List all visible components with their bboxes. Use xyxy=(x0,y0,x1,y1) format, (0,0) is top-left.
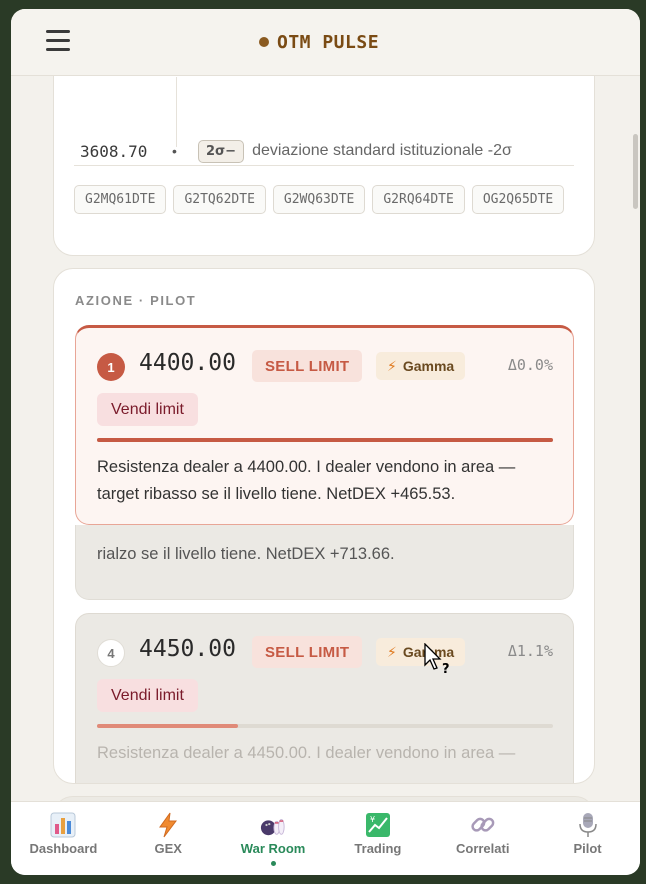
contract-chip[interactable]: G2WQ63DTE xyxy=(272,185,366,214)
svg-text:?: ? xyxy=(442,662,450,677)
signal-card-collapsed[interactable]: rialzo se il livello tiene. NetDEX +713.… xyxy=(75,525,574,600)
signal-card-active[interactable]: 1 4400.00 SELL LIMIT ⚡ Gamma Δ0.0% Vendi… xyxy=(75,325,574,525)
nav-gex[interactable]: GEX xyxy=(116,802,221,875)
levels-card: 3608.70 • 2σ− deviazione standard istitu… xyxy=(53,76,595,256)
top-bar: OTM PULSE xyxy=(11,9,640,76)
nav-label: GEX xyxy=(154,841,182,856)
lightning-icon xyxy=(155,812,181,838)
pilot-card: AZIONE · PILOT rialzo se il livello tien… xyxy=(53,268,595,784)
nav-correlati[interactable]: Correlati xyxy=(430,802,535,875)
nav-label: Pilot xyxy=(573,841,602,856)
app-title: OTM PULSE xyxy=(277,31,380,53)
signal-text: Resistenza dealer a 4450.00. I dealer ve… xyxy=(97,744,516,762)
divider xyxy=(74,165,574,166)
action-pill[interactable]: Vendi limit xyxy=(97,393,198,426)
nav-war-room[interactable]: War Room xyxy=(221,802,326,875)
microphone-icon xyxy=(575,812,601,838)
active-indicator xyxy=(270,861,276,866)
link-icon xyxy=(470,812,496,838)
contract-chip[interactable]: OG2Q65DTE xyxy=(471,185,565,214)
signal-delta: Δ0.0% xyxy=(507,356,553,374)
section-label: AZIONE · PILOT xyxy=(75,293,197,308)
svg-text:¥: ¥ xyxy=(370,815,375,824)
scrollbar[interactable] xyxy=(633,134,638,209)
gamma-tag: ⚡ Gamma xyxy=(376,352,466,380)
nav-dashboard[interactable]: Dashboard xyxy=(11,802,116,875)
nav-label: Dashboard xyxy=(29,841,98,856)
progress-fill xyxy=(97,438,553,442)
level-price: 3608.70 xyxy=(80,141,148,161)
hamburger-menu-icon[interactable] xyxy=(46,30,70,54)
signal-price: 4450.00 xyxy=(139,636,236,662)
brand: OTM PULSE xyxy=(259,29,379,55)
contract-chip[interactable]: G2RQ64DTE xyxy=(372,185,465,214)
signal-card[interactable]: 4 4450.00 SELL LIMIT ⚡ Gamma Δ1.1% Vendi… xyxy=(75,613,574,783)
signal-progress-bar xyxy=(97,724,553,728)
level-badge: 2σ− xyxy=(198,139,245,163)
nav-label: Correlati xyxy=(455,841,510,856)
brand-dot-icon xyxy=(259,37,269,47)
app-window: OTM PULSE 3608.70 • 2σ− deviazione stand… xyxy=(11,9,640,875)
lightning-icon: ⚡ xyxy=(387,357,397,374)
action-pill[interactable]: Vendi limit xyxy=(97,679,198,712)
bottom-nav: Dashboard GEX War Room ¥ Trading Correla… xyxy=(11,801,640,875)
nav-trading[interactable]: ¥ Trading xyxy=(325,802,430,875)
contract-chip[interactable]: G2TQ62DTE xyxy=(173,185,266,214)
order-type-badge: SELL LIMIT xyxy=(252,350,363,382)
main-scroll[interactable]: 3608.70 • 2σ− deviazione standard istitu… xyxy=(11,76,640,801)
order-type-badge: SELL LIMIT xyxy=(252,636,363,668)
chart-increasing-icon: ¥ xyxy=(365,812,391,838)
lightning-icon: ⚡ xyxy=(387,643,397,660)
bar-chart-icon xyxy=(50,812,76,838)
level-row: 3608.70 • 2σ− deviazione standard istitu… xyxy=(80,137,512,165)
progress-fill xyxy=(97,724,239,728)
signal-delta: Δ1.1% xyxy=(507,642,553,660)
nav-label: War Room xyxy=(240,841,306,856)
level-description: deviazione standard istituzionale -2σ xyxy=(252,142,512,159)
level-separator xyxy=(176,77,177,147)
signal-price: 4400.00 xyxy=(139,350,236,376)
contract-chips: G2MQ61DTE G2TQ62DTE G2WQ63DTE G2RQ64DTE … xyxy=(74,185,574,214)
gamma-tag-label: Gamma xyxy=(402,358,455,374)
nav-pilot[interactable]: Pilot xyxy=(535,802,640,875)
help-cursor-icon: ? xyxy=(424,643,450,677)
signal-index-badge: 4 xyxy=(97,639,125,667)
nav-label: Trading xyxy=(354,841,402,856)
signal-text: Resistenza dealer a 4400.00. I dealer ve… xyxy=(97,458,516,503)
signal-progress-bar xyxy=(97,438,553,442)
bowling-icon xyxy=(260,812,286,838)
contract-chip[interactable]: G2MQ61DTE xyxy=(74,185,167,214)
signal-index-badge: 1 xyxy=(97,353,125,381)
